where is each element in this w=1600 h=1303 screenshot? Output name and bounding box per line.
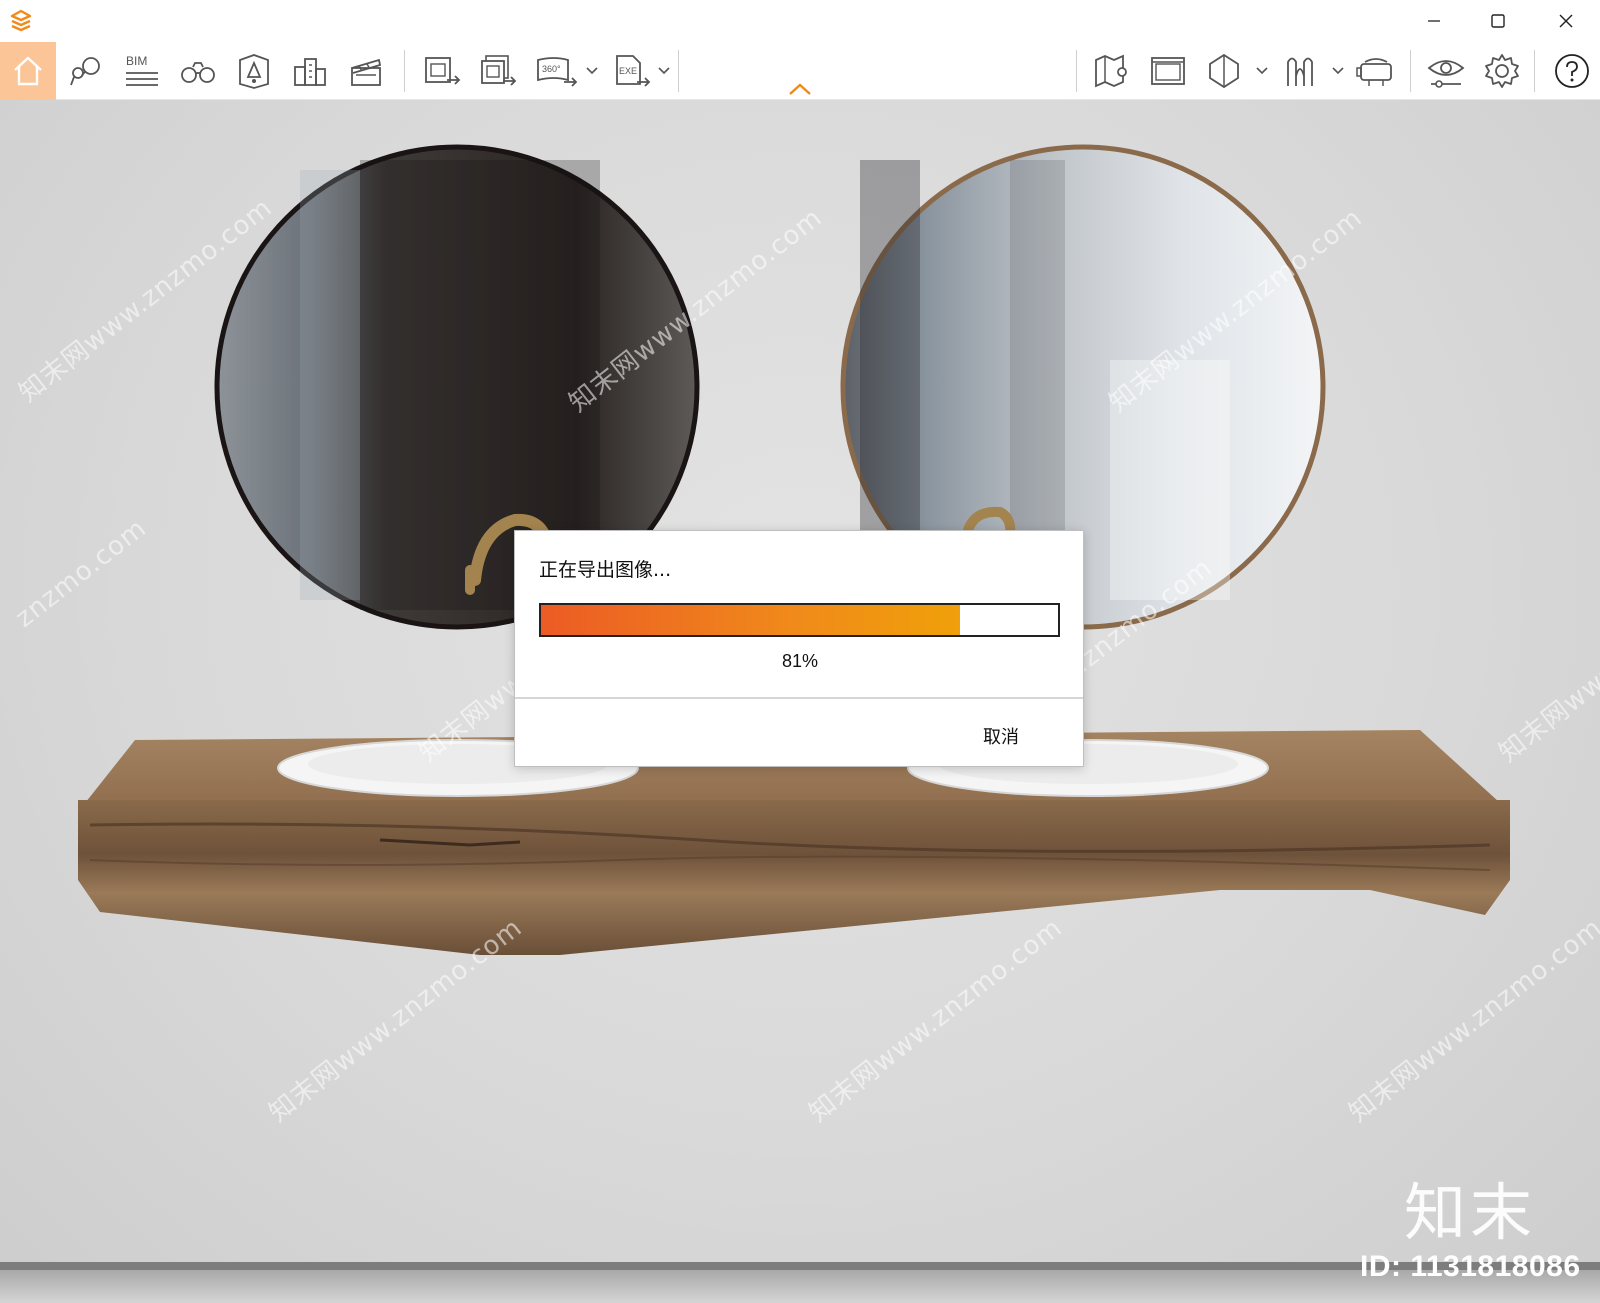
export-image-icon [425,57,461,85]
vr-headset-button[interactable] [1348,42,1404,100]
clapper-icon [351,58,382,86]
progress-percent-label: 81% [781,651,819,671]
enscape-logo-icon [8,8,34,34]
chevron-down-icon [658,67,670,75]
minimize-button[interactable] [1402,0,1466,42]
chevron-up-icon [789,83,811,95]
buildings-icon [294,58,326,86]
close-icon [1559,14,1573,28]
home-icon [14,56,42,86]
dialog-title: 正在导出图像... [539,559,672,581]
visual-settings-button[interactable] [1418,42,1474,100]
map-button[interactable] [1084,42,1140,100]
minimize-icon [1428,20,1440,22]
cancel-button[interactable]: 取消 [983,723,1019,749]
exe-dropdown[interactable] [656,42,672,100]
section-button[interactable] [1196,42,1252,100]
material-dropdown[interactable] [1330,42,1346,100]
bim-label: BIM [126,54,147,68]
toolbar-divider [1534,50,1535,92]
asset-library-button[interactable] [58,42,114,100]
chevron-down-icon [586,67,598,75]
brand-logo: 知末 [1404,1176,1537,1249]
settings-icon [1485,54,1519,88]
material-button[interactable] [1272,42,1328,100]
views-icon [1151,57,1185,85]
light-view-button[interactable] [226,42,282,100]
export-exe-button[interactable]: EXE [604,42,660,100]
exe-label: EXE [619,66,637,76]
toolbar-divider [404,50,405,92]
section-icon [1209,53,1239,89]
vr-headset-icon [1356,58,1392,86]
progress-fill [541,605,960,635]
buildings-button[interactable] [282,42,338,100]
maximize-button[interactable] [1466,0,1530,42]
views-button[interactable] [1140,42,1196,100]
export-exe-icon: EXE [616,55,651,87]
map-icon [1095,54,1127,88]
settings-button[interactable] [1474,42,1530,100]
progress-bar [539,603,1060,637]
dialog-divider [515,697,1083,699]
export-panorama-button[interactable]: 360° [528,42,584,100]
toolbar-divider [1076,50,1077,92]
brand-id: ID: 1131818086 [1360,1250,1581,1283]
export-image-button[interactable] [414,42,470,100]
title-bar [0,0,1600,42]
maximize-icon [1491,14,1505,28]
section-dropdown[interactable] [1254,42,1270,100]
toolbar-divider [1410,50,1411,92]
help-button[interactable] [1544,42,1600,100]
export-batch-button[interactable] [470,42,526,100]
asset-library-icon [70,57,100,86]
panorama-label: 360° [542,64,561,74]
export-batch-icon [481,55,517,86]
collapse-toolbar-button[interactable] [786,80,814,98]
video-editor-button[interactable] [338,42,394,100]
close-button[interactable] [1534,0,1598,42]
help-icon [1555,54,1589,88]
light-view-icon [239,54,269,89]
export-progress-dialog: 正在导出图像... 81% 取消 [514,530,1084,767]
visual-settings-icon [1427,60,1465,88]
home-button[interactable] [0,42,56,100]
binoculars-button[interactable] [170,42,226,100]
material-icon [1287,57,1313,86]
binoculars-icon [181,62,215,83]
export-panorama-icon: 360° [537,57,578,87]
chevron-down-icon [1256,67,1268,75]
bim-icon: BIM [126,54,158,86]
toolbar-divider [678,50,679,92]
panorama-dropdown[interactable] [584,42,600,100]
bim-button[interactable]: BIM [114,42,170,100]
chevron-down-icon [1332,67,1344,75]
